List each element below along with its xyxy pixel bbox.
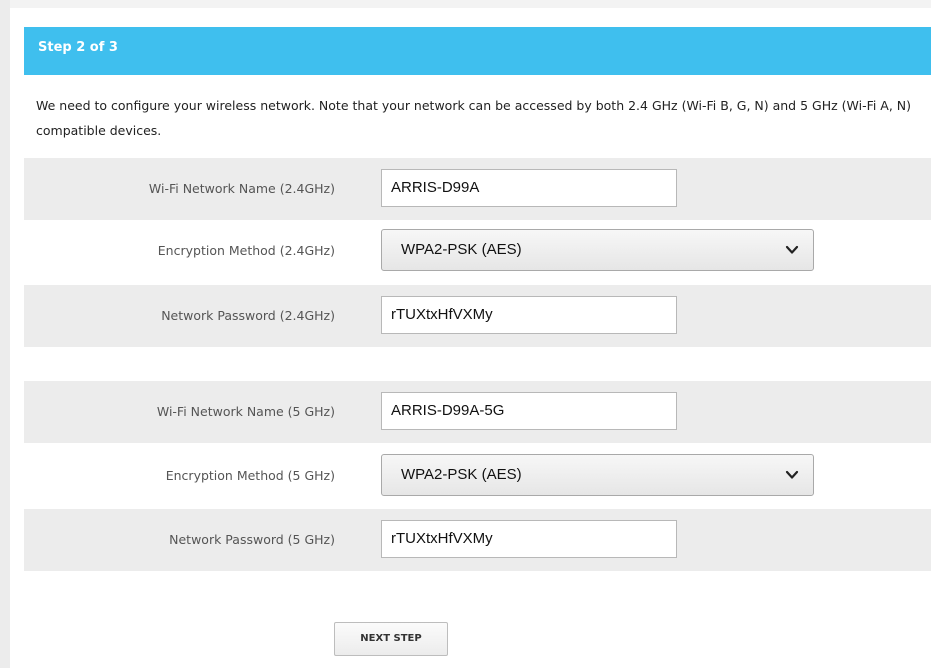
encryption-24-label: Encryption Method (2.4GHz) <box>157 243 335 258</box>
ssid-5-row: Wi-Fi Network Name (5 GHz) ARRIS-D99A-5G <box>24 381 931 443</box>
encryption-5-row: Encryption Method (5 GHz) WPA2-PSK (AES) <box>24 445 931 507</box>
step-header: Step 2 of 3 <box>24 27 931 75</box>
encryption-5-label: Encryption Method (5 GHz) <box>165 468 335 483</box>
next-step-button[interactable]: NEXT STEP <box>334 622 448 656</box>
encryption-5-select[interactable]: WPA2-PSK (AES) <box>381 454 814 496</box>
top-strip <box>0 0 931 8</box>
setup-wizard-page: Step 2 of 3 We need to configure your wi… <box>0 0 931 668</box>
password-24-label: Network Password (2.4GHz) <box>161 308 335 323</box>
chevron-down-icon <box>785 470 799 479</box>
encryption-5-value: WPA2-PSK (AES) <box>401 466 522 483</box>
password-24-input[interactable]: rTUXtxHfVXMy <box>381 296 677 334</box>
password-5-row: Network Password (5 GHz) rTUXtxHfVXMy <box>24 509 931 571</box>
left-border <box>0 0 10 668</box>
encryption-24-value: WPA2-PSK (AES) <box>401 241 522 258</box>
ssid-24-label: Wi-Fi Network Name (2.4GHz) <box>148 181 335 196</box>
password-24-row: Network Password (2.4GHz) rTUXtxHfVXMy <box>24 285 931 347</box>
chevron-down-icon <box>785 245 799 254</box>
encryption-24-row: Encryption Method (2.4GHz) WPA2-PSK (AES… <box>24 220 931 282</box>
password-5-input[interactable]: rTUXtxHfVXMy <box>381 520 677 558</box>
ssid-5-input[interactable]: ARRIS-D99A-5G <box>381 392 677 430</box>
ssid-24-row: Wi-Fi Network Name (2.4GHz) ARRIS-D99A <box>24 158 931 220</box>
encryption-24-select[interactable]: WPA2-PSK (AES) <box>381 229 814 271</box>
password-5-label: Network Password (5 GHz) <box>169 532 335 547</box>
ssid-5-label: Wi-Fi Network Name (5 GHz) <box>156 404 335 419</box>
intro-text: We need to configure your wireless netwo… <box>36 98 912 138</box>
step-title: Step 2 of 3 <box>38 40 118 55</box>
ssid-24-input[interactable]: ARRIS-D99A <box>381 169 677 207</box>
